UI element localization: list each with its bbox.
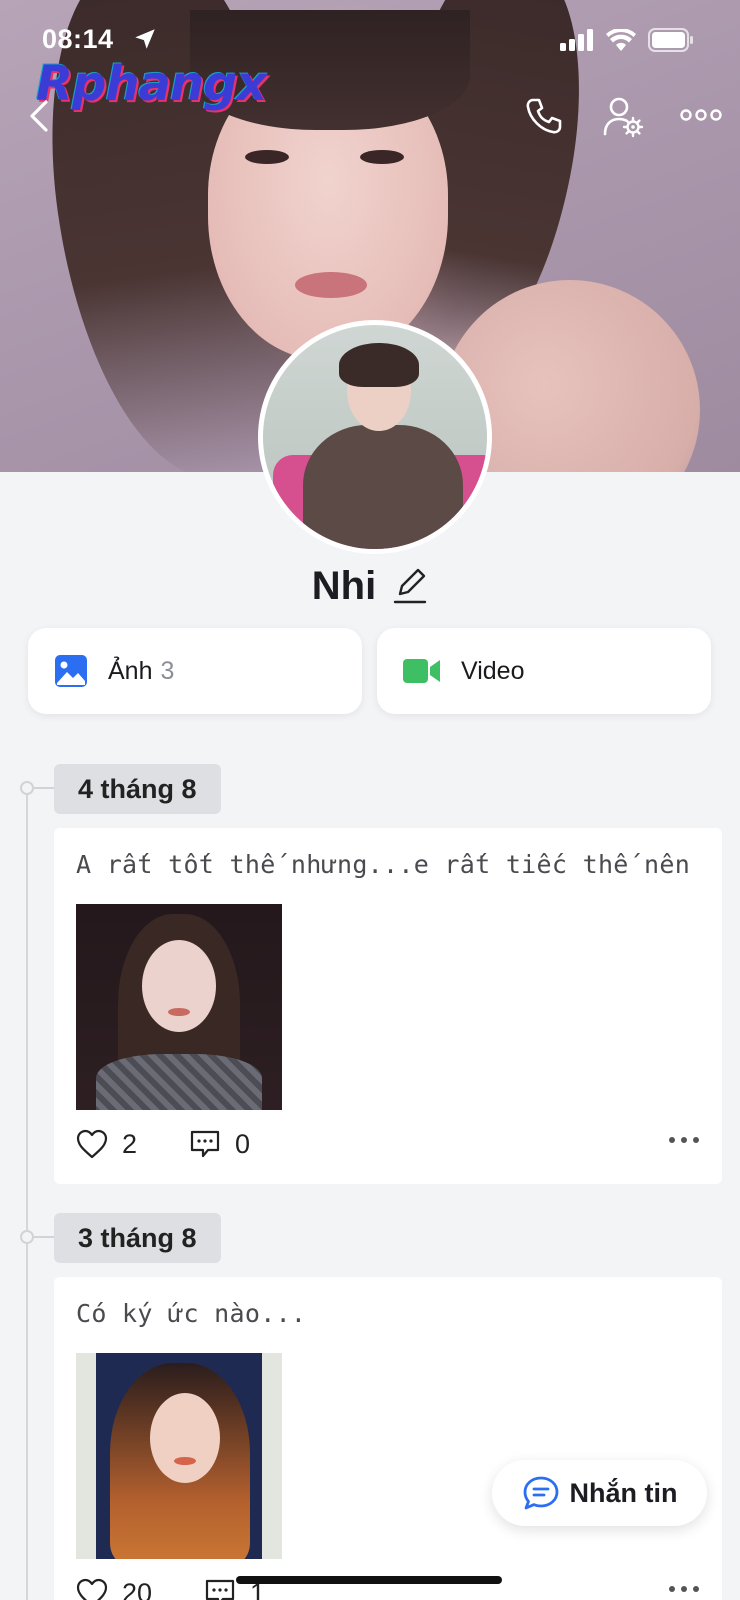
post-more-button[interactable] [668,1581,700,1599]
back-button[interactable] [24,96,54,141]
location-arrow-icon [135,29,155,49]
avatar-hair [339,343,419,387]
video-camera-icon [403,659,440,683]
timeline-date: 3 tháng 8 [54,1213,221,1263]
post-text: Có ký ức nào... [76,1299,307,1328]
profile-avatar[interactable] [258,320,492,554]
photos-count: 3 [160,656,175,685]
photo-face [142,940,216,1032]
user-settings-icon [603,97,644,138]
home-indicator [236,1576,502,1584]
post-photo[interactable] [76,1353,282,1559]
pencil-icon[interactable] [392,566,428,606]
heart-icon [76,1129,108,1159]
like-button[interactable]: 20 [76,1578,152,1600]
timeline-post[interactable]: A rất tốt thế nhưng...e rất tiếc thế nên… [54,828,722,1184]
call-button[interactable] [524,96,564,141]
cover-lips [295,272,367,298]
message-button-label: Nhắn tin [569,1477,678,1508]
like-count: 20 [122,1577,153,1600]
photos-button[interactable]: Ảnh 3 [28,628,362,714]
profile-name-row: Nhi [0,558,740,614]
videos-label: Video [461,656,525,685]
profile-settings-button[interactable] [602,96,644,143]
comment-icon [190,1130,220,1158]
cover-eye-left [245,150,289,164]
comment-button[interactable]: 0 [189,1129,250,1160]
profile-name: Nhi [311,563,377,608]
comment-icon [205,1579,235,1600]
timeline-line [26,788,28,1600]
like-count: 2 [122,1128,138,1159]
timeline-tick [34,1236,54,1238]
post-more-button[interactable] [668,1132,700,1150]
photo-lips [168,1008,190,1016]
like-button[interactable]: 2 [76,1129,137,1160]
more-horizontal-icon [680,109,722,121]
timeline-date: 4 tháng 8 [54,764,221,814]
timeline-dot [20,1230,34,1244]
photos-label: Ảnh [108,656,153,685]
cellular-signal-icon [560,29,593,51]
chevron-left-icon [30,100,48,132]
timeline-post[interactable]: Có ký ức nào... 20 1 [54,1277,722,1600]
status-time: 08:14 [42,24,114,54]
post-actions: 2 0 [76,1124,700,1164]
photo-shirt [96,1054,262,1110]
timeline-tick [34,787,54,789]
chat-bubble-icon [523,1476,558,1510]
cover-eye-right [360,150,404,164]
phone-icon [526,98,562,134]
comment-count: 0 [235,1128,251,1159]
photo-lips [174,1457,196,1465]
photo-face [150,1393,220,1483]
avatar-body [303,425,463,549]
message-button[interactable]: Nhắn tin [492,1460,707,1526]
post-photo[interactable] [76,904,282,1110]
heart-icon [76,1578,108,1600]
videos-button[interactable]: Video [377,628,711,714]
photo-icon [55,655,87,687]
battery-icon [648,28,693,52]
timeline-dot [20,781,34,795]
wifi-icon [606,29,636,51]
watermark-logo: Rphangx [36,56,267,112]
more-button[interactable] [680,100,722,135]
more-horizontal-icon [669,1586,699,1592]
more-horizontal-icon [669,1137,699,1143]
post-text: A rất tốt thế nhưng...e rất tiếc thế nên [76,850,691,879]
